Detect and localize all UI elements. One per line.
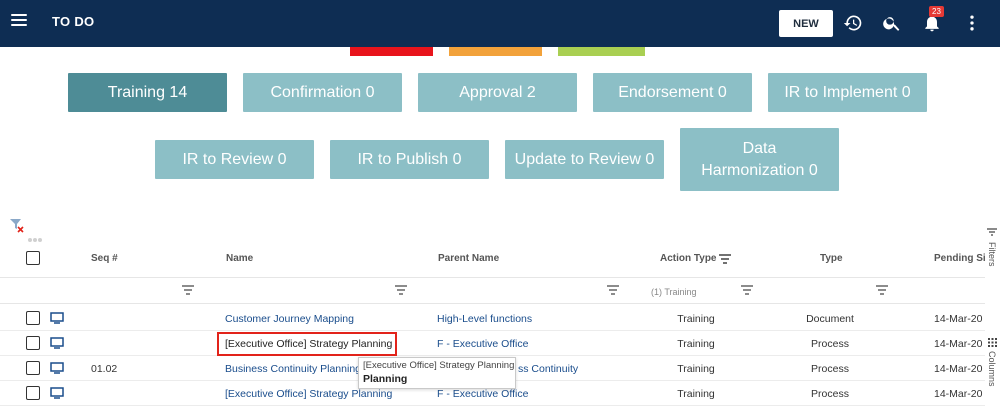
type-cell: Document	[806, 313, 854, 325]
more-vert-icon[interactable]	[962, 13, 982, 33]
seq-cell: 01.02	[91, 363, 118, 375]
tooltip-full-name: [Executive Office] Strategy Planning	[363, 360, 515, 371]
name-link[interactable]: Business Continuity Planning	[225, 363, 361, 375]
tile-data-harmonization[interactable]: Data Harmonization 0	[680, 128, 839, 191]
status-strip-green[interactable]	[558, 47, 645, 56]
col-action-type[interactable]: Action Type	[660, 253, 716, 264]
action-type-cell: Training	[677, 338, 715, 350]
select-all-checkbox[interactable]	[26, 251, 40, 265]
status-strip-orange[interactable]	[449, 47, 542, 56]
pending-since-cell: 14-Mar-20	[934, 338, 983, 350]
notification-count-badge: 23	[929, 6, 944, 17]
parent-link[interactable]: F - Executive Office	[437, 388, 528, 400]
todo-grid: Seq # Name Parent Name Action Type Type …	[0, 240, 985, 418]
pending-since-cell: 14-Mar-20	[934, 313, 983, 325]
row-checkbox[interactable]	[26, 336, 40, 350]
col-seq[interactable]: Seq #	[91, 253, 118, 264]
action-type-filter-icon[interactable]	[741, 285, 753, 295]
columns-tab[interactable]: Columns	[987, 351, 997, 387]
new-button[interactable]: NEW	[779, 10, 833, 37]
clear-filter-icon[interactable]	[9, 217, 25, 233]
col-name[interactable]: Name	[226, 253, 253, 264]
type-cell: Process	[811, 363, 849, 375]
top-app-bar: TO DO NEW 23	[0, 0, 1000, 47]
action-type-filter-active-icon[interactable]	[719, 254, 731, 264]
tile-endorsement[interactable]: Endorsement 0	[593, 73, 752, 112]
type-cell: Process	[811, 338, 849, 350]
monitor-icon[interactable]	[50, 362, 64, 374]
tile-ir-to-implement[interactable]: IR to Implement 0	[768, 73, 927, 112]
parent-link[interactable]: High-Level functions	[437, 313, 532, 325]
action-type-cell: Training	[677, 388, 715, 400]
col-parent-name[interactable]: Parent Name	[438, 253, 499, 264]
history-icon[interactable]	[843, 13, 863, 33]
parent-filter-icon[interactable]	[607, 285, 619, 295]
search-icon[interactable]	[882, 13, 902, 33]
parent-link[interactable]: ss Continuity	[518, 363, 578, 375]
action-type-cell: Training	[677, 363, 715, 375]
grid-header: Seq # Name Parent Name Action Type Type …	[0, 240, 985, 278]
action-type-filter-value[interactable]: (1) Training	[651, 287, 697, 297]
filter-row: (1) Training	[0, 279, 985, 304]
table-row[interactable]: [Executive Office] Strategy Planning F -…	[0, 331, 985, 356]
side-tool-panel: Filters Columns	[985, 220, 1000, 418]
selected-cell-highlight	[217, 332, 397, 356]
monitor-icon[interactable]	[50, 312, 64, 324]
name-filter-icon[interactable]	[395, 285, 407, 295]
row-checkbox[interactable]	[26, 386, 40, 400]
row-checkbox[interactable]	[26, 361, 40, 375]
parent-link[interactable]: F - Executive Office	[437, 338, 528, 350]
hamburger-menu-icon[interactable]	[11, 14, 27, 28]
action-type-cell: Training	[677, 313, 715, 325]
columns-panel-icon[interactable]	[988, 338, 997, 347]
tile-approval[interactable]: Approval 2	[418, 73, 577, 112]
tooltip-name-suffix: Planning	[363, 373, 408, 385]
tile-ir-to-publish[interactable]: IR to Publish 0	[330, 140, 489, 179]
row-checkbox[interactable]	[26, 311, 40, 325]
pending-since-cell: 14-Mar-20	[934, 363, 983, 375]
col-pending-since[interactable]: Pending Sin	[934, 253, 985, 264]
tile-confirmation[interactable]: Confirmation 0	[243, 73, 402, 112]
monitor-icon[interactable]	[50, 337, 64, 349]
name-link[interactable]: [Executive Office] Strategy Planning	[225, 388, 392, 400]
status-strip-red[interactable]	[350, 47, 433, 56]
filters-tab[interactable]: Filters	[987, 242, 997, 267]
filters-panel-icon[interactable]	[987, 228, 997, 236]
col-type[interactable]: Type	[820, 253, 843, 264]
type-cell: Process	[811, 388, 849, 400]
table-row[interactable]: Customer Journey Mapping High-Level func…	[0, 306, 985, 331]
name-tooltip: [Executive Office] Strategy Planning Pla…	[358, 357, 516, 389]
name-link[interactable]: Customer Journey Mapping	[225, 313, 354, 325]
monitor-icon[interactable]	[50, 387, 64, 399]
page-title: TO DO	[52, 14, 95, 29]
tile-update-to-review[interactable]: Update to Review 0	[505, 140, 664, 179]
seq-filter-icon[interactable]	[182, 285, 194, 295]
tile-ir-to-review[interactable]: IR to Review 0	[155, 140, 314, 179]
pending-since-cell: 14-Mar-20	[934, 388, 983, 400]
more-options-icon[interactable]	[28, 229, 44, 242]
type-filter-icon[interactable]	[876, 285, 888, 295]
tile-training[interactable]: Training 14	[68, 73, 227, 112]
